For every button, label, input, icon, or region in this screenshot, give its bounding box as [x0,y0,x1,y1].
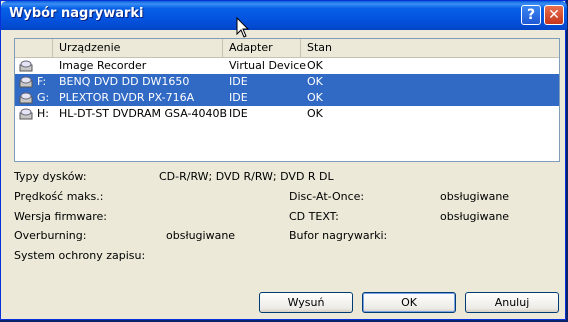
firmware-label: Wersja firmware: [14,210,108,223]
cdtext-label: CD TEXT: [289,210,339,223]
disc-types-label: Typy dysków: [14,170,87,183]
device-state: OK [307,59,323,72]
help-button[interactable]: ? [521,5,541,25]
recorder-icon [19,60,33,72]
dialog-body: Urządzenie Adapter Stan Image Recorder Vi… [4,30,564,318]
drive-icon [19,76,33,88]
drive-icon [19,108,33,120]
protection-label: System ochrony zapisu: [14,249,146,262]
max-speed-label: Prędkość maks.: [14,190,104,203]
list-header: Urządzenie Adapter Stan [15,39,559,58]
adapter-name: Virtual Device [229,59,307,72]
buffer-label: Bufor nagrywarki: [289,229,388,242]
drive-letter: F: [37,75,47,88]
device-state: OK [307,91,323,104]
drive-letter: G: [37,91,50,104]
column-header-state[interactable]: Stan [301,39,559,57]
recorder-list[interactable]: Urządzenie Adapter Stan Image Recorder Vi… [14,38,560,162]
cancel-button[interactable]: Anuluj [465,292,559,313]
dao-label: Disc-At-Once: [289,190,365,203]
list-item[interactable]: Image Recorder Virtual Device OK [15,58,559,74]
drive-icon [19,92,33,104]
adapter-name: IDE [229,91,248,104]
adapter-name: IDE [229,107,248,120]
column-header-adapter[interactable]: Adapter [223,39,301,57]
column-header-icon[interactable] [15,39,53,57]
column-header-device[interactable]: Urządzenie [53,39,223,57]
device-name: PLEXTOR DVDR PX-716A [59,91,195,104]
list-item[interactable]: G: PLEXTOR DVDR PX-716A IDE OK [15,90,559,106]
device-state: OK [307,107,323,120]
mouse-cursor-icon [236,17,250,38]
device-state: OK [307,75,323,88]
list-item[interactable]: H: HL-DT-ST DVDRAM GSA-4040B IDE OK [15,106,559,122]
device-name: BENQ DVD DD DW1650 [59,75,190,88]
device-name: Image Recorder [59,59,147,72]
disc-types-value: CD-R/RW; DVD R/RW; DVD R DL [159,170,334,183]
adapter-name: IDE [229,75,248,88]
dialog-window: Wybór nagrywarki ? ✕ Urządzenie Adapter … [0,0,567,320]
list-item[interactable]: F: BENQ DVD DD DW1650 IDE OK [15,74,559,90]
overburning-label: Overburning: [14,229,87,242]
window-title: Wybór nagrywarki [9,6,144,21]
drive-letter: H: [37,107,49,120]
eject-button[interactable]: Wysuń [259,292,353,313]
close-button[interactable]: ✕ [544,5,564,25]
device-name: HL-DT-ST DVDRAM GSA-4040B [59,107,228,120]
cdtext-value: obsługiwane [440,210,510,223]
overburning-value: obsługiwane [166,229,236,242]
ok-button[interactable]: OK [362,292,456,313]
title-bar[interactable]: Wybór nagrywarki ? ✕ [1,1,567,30]
dao-value: obsługiwane [440,190,510,203]
